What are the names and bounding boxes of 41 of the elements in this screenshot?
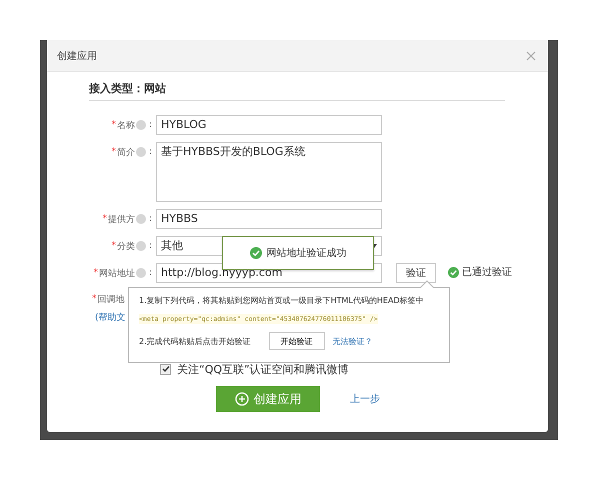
start-verify-button[interactable]: 开始验证 <box>268 332 325 350</box>
required-mark: * <box>102 214 107 224</box>
required-mark: * <box>93 268 98 278</box>
instruction-text: 1.复制下列代码，将其粘贴到您网站首页或一级目录下HTML代码的HEAD标签中 <box>139 295 425 307</box>
section-title: 接入类型：网站 <box>89 81 167 97</box>
dialog-title: 创建应用 <box>57 50 97 62</box>
help-icon[interactable] <box>136 120 146 130</box>
close-icon[interactable] <box>526 50 536 60</box>
instruction-text: 2.完成代码粘贴后点击开始验证 <box>139 336 251 346</box>
field-label: 名称 <box>116 120 135 132</box>
label-colon: : <box>148 120 152 130</box>
label-colon: : <box>148 147 152 157</box>
checkbox[interactable] <box>160 364 171 374</box>
label-colon: : <box>148 214 152 224</box>
label-colon: : <box>148 241 152 251</box>
input-field[interactable]: HYBBS <box>156 209 382 229</box>
help-icon[interactable] <box>136 241 146 251</box>
field-label: 提供方 <box>108 214 135 226</box>
plus-circle-icon <box>234 392 248 406</box>
help-icon[interactable] <box>136 147 146 157</box>
input-field[interactable]: HYBLOG <box>156 115 382 135</box>
field-label: 简介 <box>116 146 135 158</box>
required-mark: * <box>111 147 116 157</box>
help-link[interactable]: (帮助文 <box>95 313 126 323</box>
checkbox-label: 关注“QQ互联”认证空间和腾讯微博 <box>177 362 349 376</box>
required-mark: * <box>92 294 96 304</box>
required-mark: * <box>111 120 116 130</box>
check-icon <box>250 247 262 259</box>
cannot-verify-link[interactable]: 无法验证？ <box>332 336 373 346</box>
toast-message: 网站地址验证成功 <box>266 246 346 260</box>
help-icon[interactable] <box>136 268 146 278</box>
field-label: 分类 <box>116 240 135 252</box>
field-label: 网站地址 <box>98 268 135 280</box>
field-label: 回调地 <box>98 294 124 306</box>
required-mark: * <box>111 241 116 251</box>
back-link[interactable]: 上一步 <box>350 392 380 406</box>
textarea-field[interactable]: 基于HYBBS开发的BLOG系统 <box>156 142 382 202</box>
help-icon[interactable] <box>136 214 146 224</box>
label-colon: : <box>148 268 152 278</box>
check-icon <box>448 267 459 278</box>
verify-status: 已通过验证 <box>462 266 512 280</box>
